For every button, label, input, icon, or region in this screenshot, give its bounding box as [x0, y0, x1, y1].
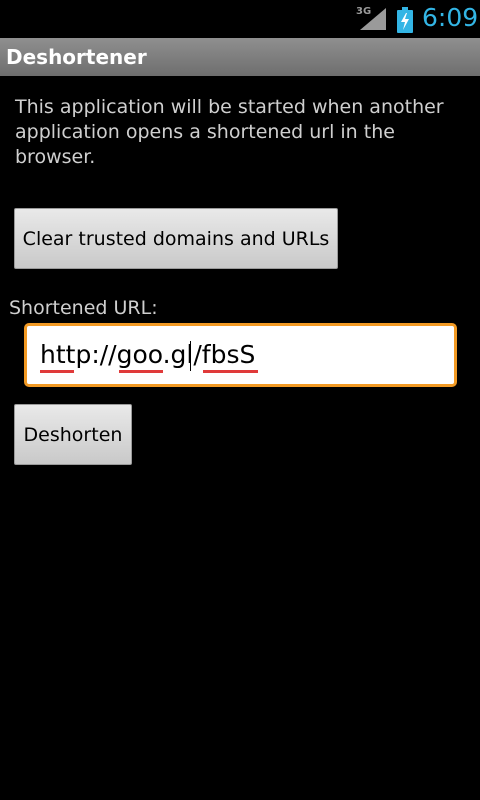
spellcheck-underline — [40, 370, 74, 373]
description-text: This application will be started when an… — [15, 96, 444, 168]
spellcheck-underline — [203, 370, 258, 373]
app-title: Deshortener — [6, 45, 147, 69]
battery-charging-icon — [397, 7, 413, 33]
status-bar: 3G 6:09 — [0, 0, 480, 38]
shortened-url-input[interactable]: http://goo.gl/fbsS — [24, 323, 457, 387]
signal-strength-icon — [360, 8, 386, 30]
clock: 6:09 — [422, 3, 479, 32]
deshorten-button[interactable]: Deshorten — [14, 404, 132, 465]
shortened-url-label: Shortened URL: — [9, 297, 158, 319]
title-bar: Deshortener — [0, 38, 480, 76]
url-input-value: http://goo.gl/fbsS — [40, 340, 256, 369]
text-cursor — [190, 341, 191, 371]
spellcheck-underline — [119, 370, 163, 373]
clear-trusted-domains-button[interactable]: Clear trusted domains and URLs — [14, 208, 338, 269]
